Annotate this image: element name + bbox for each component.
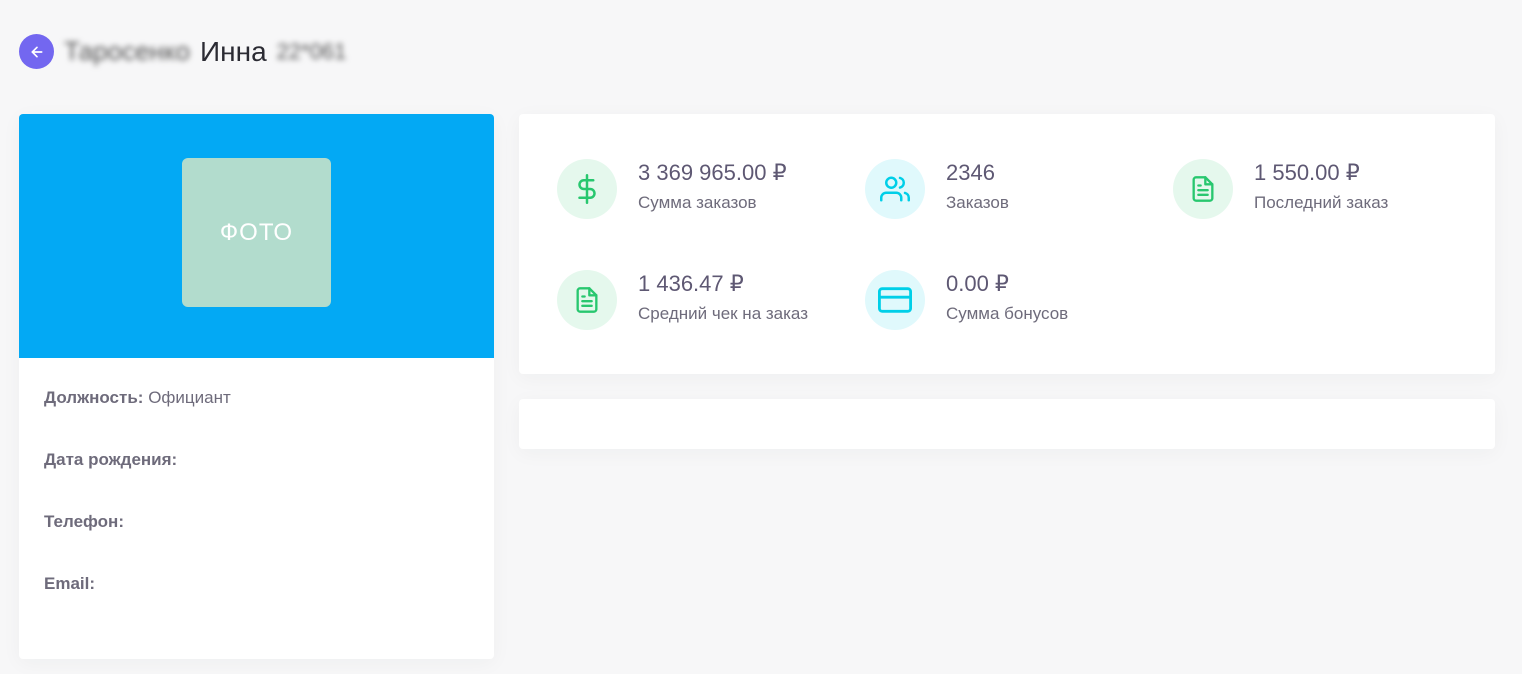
document-icon xyxy=(576,287,598,313)
stat-value: 3 369 965.00 ₽ xyxy=(638,160,787,185)
position-label: Должность: xyxy=(44,388,144,407)
email-label: Email: xyxy=(44,574,96,593)
stat-value: 1 550.00 ₽ xyxy=(1254,160,1360,185)
stat-value: 2346 xyxy=(946,160,995,185)
position-row: Должность: Официант xyxy=(44,388,469,450)
stat-icon-wrap xyxy=(557,270,617,330)
stat-icon-wrap xyxy=(865,159,925,219)
stat-average-check: 1 436.47 ₽ Средний чек на заказ xyxy=(557,270,808,330)
email-row: Email: xyxy=(44,574,469,636)
back-button[interactable] xyxy=(19,34,54,69)
dollar-icon xyxy=(578,174,596,204)
page-header: Таросенко Инна 22*061 xyxy=(19,34,346,69)
stat-orders-count: 2346 Заказов xyxy=(865,159,1009,219)
stat-label: Заказов xyxy=(946,193,1009,212)
stat-icon-wrap xyxy=(865,270,925,330)
page-title: Таросенко Инна 22*061 xyxy=(64,36,346,68)
photo-placeholder: ФОТО xyxy=(182,158,331,307)
stat-value: 0.00 ₽ xyxy=(946,271,1009,296)
phone-label: Телефон: xyxy=(44,512,124,531)
stat-value: 1 436.47 ₽ xyxy=(638,271,744,296)
stat-bonus-total: 0.00 ₽ Сумма бонусов xyxy=(865,270,1068,330)
birthdate-row: Дата рождения: xyxy=(44,450,469,512)
employee-id: 22*061 xyxy=(276,38,347,64)
stat-orders-total: 3 369 965.00 ₽ Сумма заказов xyxy=(557,159,787,219)
birthdate-label: Дата рождения: xyxy=(44,450,178,469)
users-icon xyxy=(880,176,910,202)
stat-label: Средний чек на заказ xyxy=(638,304,808,323)
phone-row: Телефон: xyxy=(44,512,469,574)
credit-card-icon xyxy=(878,287,912,313)
photo-placeholder-label: ФОТО xyxy=(219,218,294,246)
stats-card: 3 369 965.00 ₽ Сумма заказов 2346 Заказо… xyxy=(519,114,1495,374)
employee-surname: Таросенко xyxy=(64,36,191,66)
employee-first-name: Инна xyxy=(200,35,267,67)
stat-label: Сумма бонусов xyxy=(946,304,1069,323)
stat-label: Сумма заказов xyxy=(638,193,757,212)
document-icon xyxy=(1192,176,1214,202)
empty-card xyxy=(519,399,1495,449)
profile-info: Должность: Официант Дата рождения: Телеф… xyxy=(19,358,494,636)
stat-label: Последний заказ xyxy=(1254,193,1389,212)
arrow-left-icon xyxy=(31,46,42,57)
profile-banner: ФОТО xyxy=(19,114,494,358)
profile-card: ФОТО Должность: Официант Дата рождения: … xyxy=(19,114,494,659)
position-value: Официант xyxy=(148,388,231,407)
stat-last-order: 1 550.00 ₽ Последний заказ xyxy=(1173,159,1388,219)
stat-icon-wrap xyxy=(1173,159,1233,219)
stat-icon-wrap xyxy=(557,159,617,219)
